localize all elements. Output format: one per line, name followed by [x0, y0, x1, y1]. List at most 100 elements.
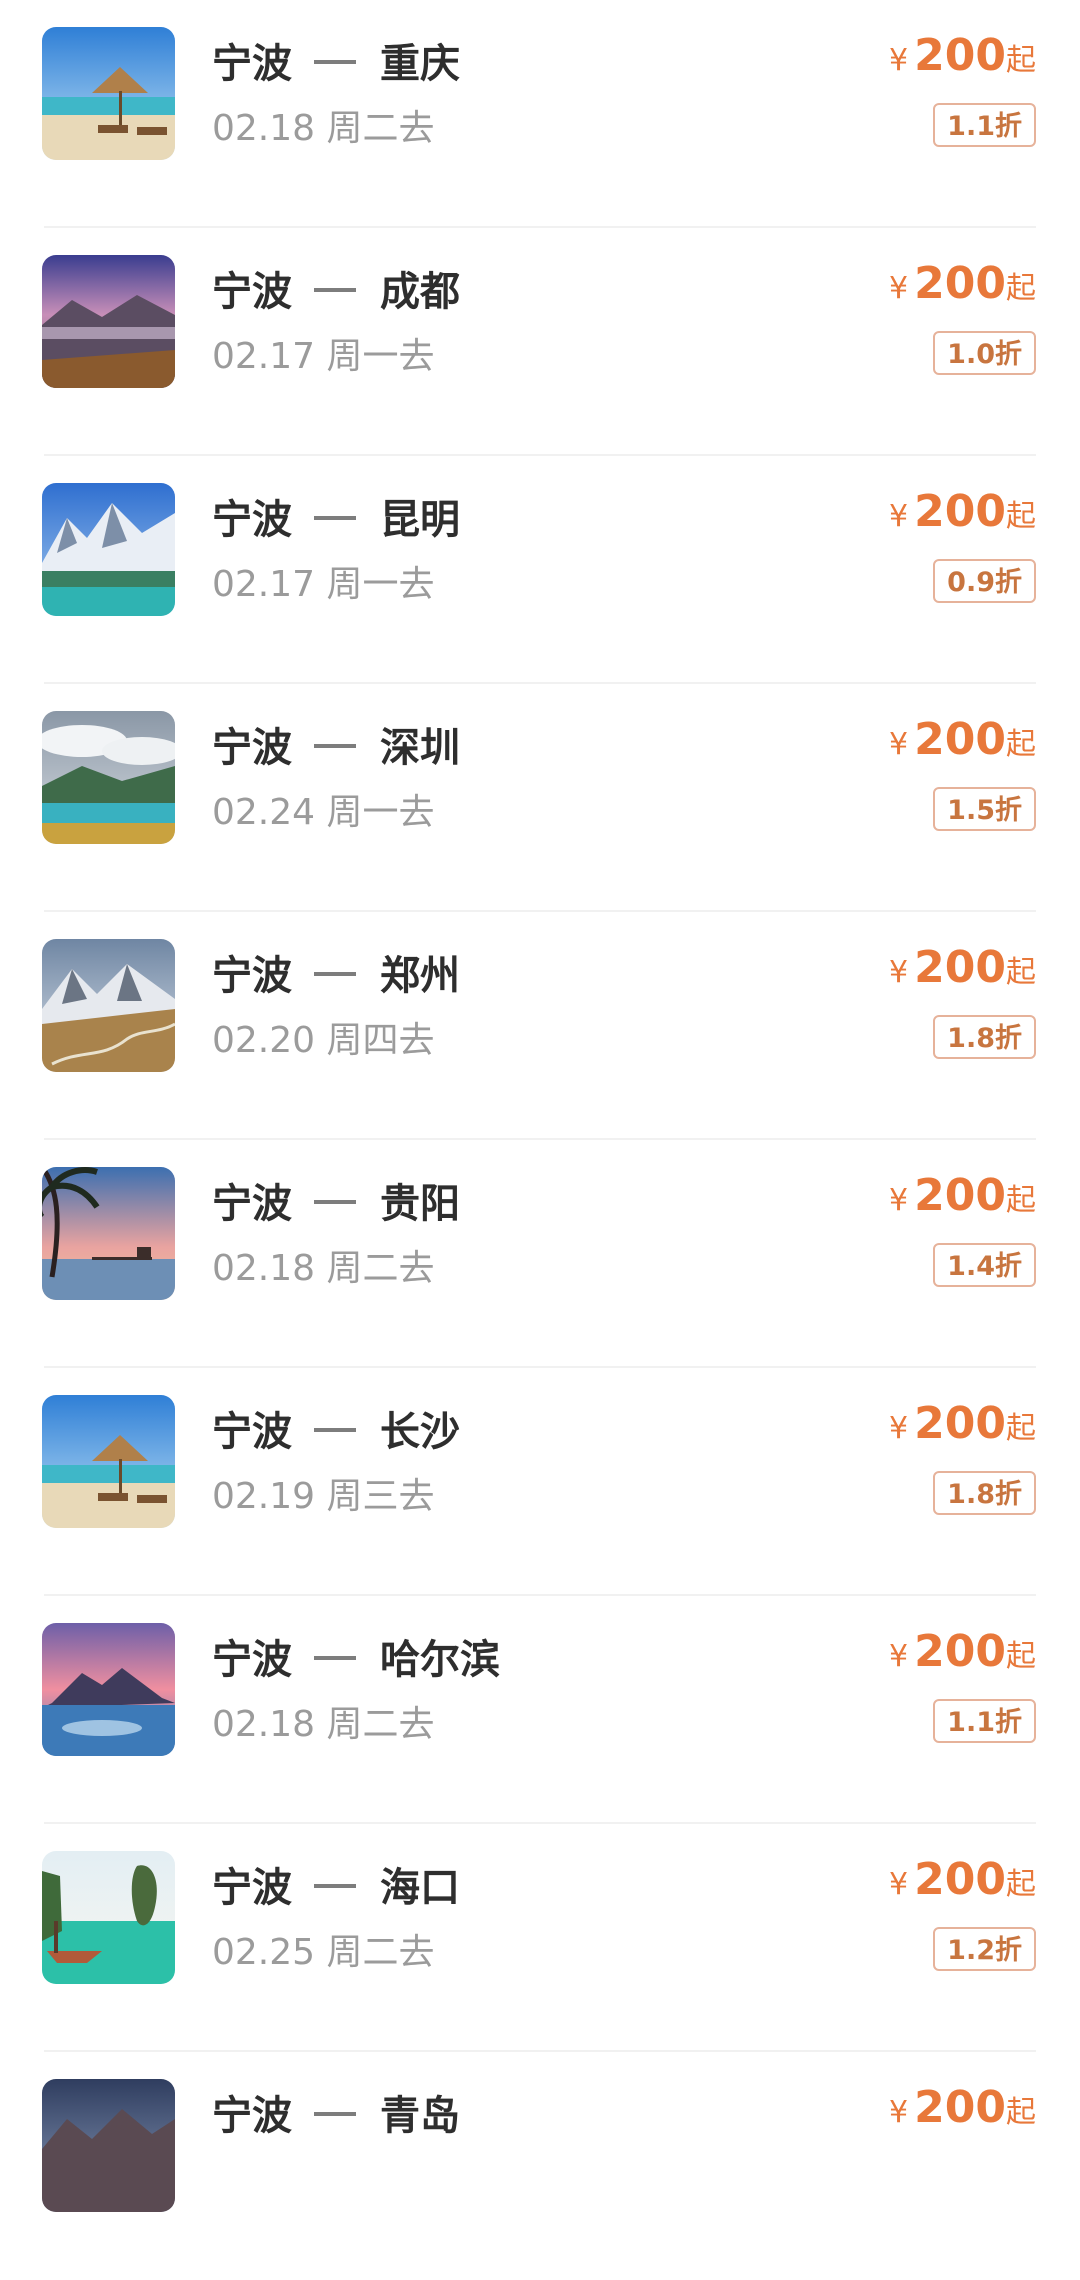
- currency-symbol: ¥: [889, 727, 909, 762]
- origin-city: 宁波: [212, 1865, 292, 1911]
- route-arrow: [314, 744, 356, 748]
- destination-city: 哈尔滨: [380, 1637, 500, 1683]
- route-arrow: [314, 288, 356, 292]
- price-amount: 200: [914, 942, 1006, 993]
- departure-date: 02.18 周二去: [212, 1704, 435, 1745]
- departure-date: 02.18 周二去: [212, 108, 435, 149]
- price-suffix: 起: [1006, 955, 1036, 990]
- route: 宁波 海口: [212, 1854, 460, 1914]
- snow-mountain-lake-image: [42, 483, 175, 616]
- price-amount: 200: [914, 714, 1006, 765]
- discount-badge: 1.8折: [933, 1471, 1036, 1515]
- route-arrow: [314, 516, 356, 520]
- discount-badge: 1.5折: [933, 787, 1036, 831]
- destination-thumbnail: [42, 2079, 175, 2212]
- beach-umbrella-image: [42, 27, 175, 160]
- destination-city: 深圳: [380, 725, 460, 771]
- list-item[interactable]: 宁波 哈尔滨 02.18 周二去 ¥ 200 起 1.1折: [0, 1596, 1080, 1824]
- price-suffix: 起: [1006, 43, 1036, 78]
- price-amount: 200: [914, 258, 1006, 309]
- departure-date: 02.17 周一去: [212, 336, 435, 377]
- route: 宁波 哈尔滨: [212, 1626, 500, 1686]
- discount-badge: 0.9折: [933, 559, 1036, 603]
- route-arrow: [314, 972, 356, 976]
- price: ¥ 200 起: [889, 1854, 1036, 1914]
- origin-city: 宁波: [212, 1409, 292, 1455]
- departure-date: 02.25 周二去: [212, 1932, 435, 1973]
- destination-thumbnail: [42, 27, 175, 160]
- origin-city: 宁波: [212, 497, 292, 543]
- route-arrow: [314, 1428, 356, 1432]
- list-item[interactable]: 宁波 海口 02.25 周二去 ¥ 200 起 1.2折: [0, 1824, 1080, 2052]
- route: 宁波 青岛: [212, 2082, 460, 2142]
- list-item[interactable]: 宁波 贵阳 02.18 周二去 ¥ 200 起 1.4折: [0, 1140, 1080, 1368]
- departure-date: 02.19 周三去: [212, 1476, 435, 1517]
- list-item[interactable]: 宁波 郑州 02.20 周四去 ¥ 200 起 1.8折: [0, 912, 1080, 1140]
- currency-symbol: ¥: [889, 43, 909, 78]
- beach-umbrella-image: [42, 1395, 175, 1528]
- price-suffix: 起: [1006, 499, 1036, 534]
- origin-city: 宁波: [212, 269, 292, 315]
- price: ¥ 200 起: [889, 486, 1036, 546]
- list-item[interactable]: 宁波 长沙 02.19 周三去 ¥ 200 起 1.8折: [0, 1368, 1080, 1596]
- destination-city: 重庆: [380, 41, 460, 87]
- destination-thumbnail: [42, 711, 175, 844]
- destination-thumbnail: [42, 1851, 175, 1984]
- destination-thumbnail: [42, 939, 175, 1072]
- destination-thumbnail: [42, 1167, 175, 1300]
- route: 宁波 长沙: [212, 1398, 460, 1458]
- destination-thumbnail: [42, 483, 175, 616]
- destination-city: 贵阳: [380, 1181, 460, 1227]
- price: ¥ 200 起: [889, 942, 1036, 1002]
- discount-badge: 1.4折: [933, 1243, 1036, 1287]
- origin-city: 宁波: [212, 41, 292, 87]
- list-item[interactable]: 宁波 深圳 02.24 周一去 ¥ 200 起 1.5折: [0, 684, 1080, 912]
- list-item[interactable]: 宁波 重庆 02.18 周二去 ¥ 200 起 1.1折: [0, 0, 1080, 228]
- cloudy-lake-forest-image: [42, 711, 175, 844]
- mountain-road-image: [42, 939, 175, 1072]
- currency-symbol: ¥: [889, 2095, 909, 2130]
- price-suffix: 起: [1006, 1867, 1036, 1902]
- price: ¥ 200 起: [889, 30, 1036, 90]
- price-suffix: 起: [1006, 1639, 1036, 1674]
- currency-symbol: ¥: [889, 1183, 909, 1218]
- departure-date: 02.18 周二去: [212, 1248, 435, 1289]
- price-amount: 200: [914, 1626, 1006, 1677]
- origin-city: 宁波: [212, 1181, 292, 1227]
- discount-badge: 1.1折: [933, 103, 1036, 147]
- origin-city: 宁波: [212, 725, 292, 771]
- route: 宁波 重庆: [212, 30, 460, 90]
- price-suffix: 起: [1006, 1183, 1036, 1218]
- departure-date: 02.17 周一去: [212, 564, 435, 605]
- destination-thumbnail: [42, 1623, 175, 1756]
- discount-badge: 1.0折: [933, 331, 1036, 375]
- route-arrow: [314, 60, 356, 64]
- list-item[interactable]: 宁波 青岛 ¥ 200 起: [0, 2052, 1080, 2280]
- route-arrow: [314, 1200, 356, 1204]
- price-amount: 200: [914, 1854, 1006, 1905]
- destination-thumbnail: [42, 1395, 175, 1528]
- dusk-mountains-image: [42, 2079, 175, 2212]
- discount-badge: 1.2折: [933, 1927, 1036, 1971]
- currency-symbol: ¥: [889, 1639, 909, 1674]
- destination-city: 长沙: [380, 1409, 460, 1455]
- currency-symbol: ¥: [889, 1411, 909, 1446]
- list-item[interactable]: 宁波 昆明 02.17 周一去 ¥ 200 起 0.9折: [0, 456, 1080, 684]
- tropical-boat-cove-image: [42, 1851, 175, 1984]
- destination-city: 青岛: [380, 2093, 460, 2139]
- price: ¥ 200 起: [889, 1170, 1036, 1230]
- palm-sunset-pier-image: [42, 1167, 175, 1300]
- list-item[interactable]: 宁波 成都 02.17 周一去 ¥ 200 起 1.0折: [0, 228, 1080, 456]
- origin-city: 宁波: [212, 1637, 292, 1683]
- price: ¥ 200 起: [889, 714, 1036, 774]
- price-amount: 200: [914, 486, 1006, 537]
- price: ¥ 200 起: [889, 2082, 1036, 2142]
- route: 宁波 深圳: [212, 714, 460, 774]
- price-suffix: 起: [1006, 727, 1036, 762]
- price-suffix: 起: [1006, 1411, 1036, 1446]
- discount-badge: 1.8折: [933, 1015, 1036, 1059]
- route-arrow: [314, 1656, 356, 1660]
- destination-thumbnail: [42, 255, 175, 388]
- price-amount: 200: [914, 1398, 1006, 1449]
- destination-city: 海口: [380, 1865, 460, 1911]
